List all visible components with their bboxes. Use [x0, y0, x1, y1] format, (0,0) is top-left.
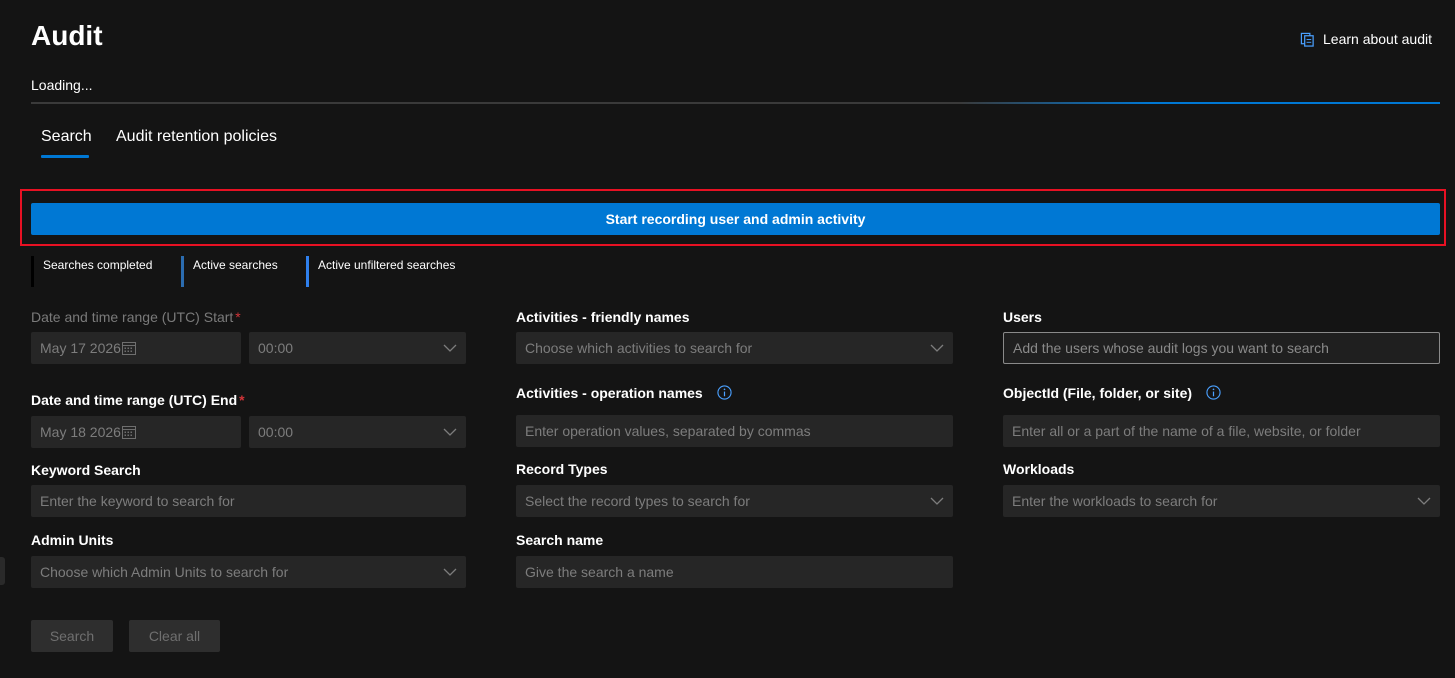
- side-panel-handle[interactable]: [0, 557, 5, 585]
- record-types-placeholder: Select the record types to search for: [525, 493, 750, 509]
- users-input[interactable]: Add the users whose audit logs you want …: [1003, 332, 1440, 364]
- chevron-down-icon: [1417, 497, 1431, 505]
- legend-active-searches: Active searches: [181, 256, 278, 287]
- clear-all-button[interactable]: Clear all: [129, 620, 220, 652]
- tab-search[interactable]: Search: [41, 128, 92, 146]
- admin-units-dropdown[interactable]: Choose which Admin Units to search for: [31, 556, 466, 588]
- object-id-label-text: ObjectId (File, folder, or site): [1003, 385, 1193, 401]
- start-recording-button[interactable]: Start recording user and admin activity: [31, 203, 1440, 235]
- object-id-placeholder: Enter all or a part of the name of a fil…: [1012, 423, 1361, 439]
- legend-label: Active unfiltered searches: [318, 258, 456, 272]
- end-date-label-text: Date and time range (UTC) End: [31, 392, 238, 408]
- legend-active-unfiltered-searches: Active unfiltered searches: [306, 256, 455, 287]
- search-name-placeholder: Give the search a name: [525, 564, 674, 580]
- document-copy-icon: [1300, 32, 1314, 47]
- legend-label: Searches completed: [43, 258, 153, 272]
- end-date-label: Date and time range (UTC) End *: [31, 392, 245, 408]
- keyword-search-label: Keyword Search: [31, 462, 141, 478]
- record-types-label: Record Types: [516, 461, 608, 477]
- chevron-down-icon: [443, 344, 457, 352]
- activities-operation-label: Activities - operation names: [516, 385, 732, 401]
- end-date-value: May 18 2026: [40, 424, 121, 440]
- active-tab-indicator: [41, 155, 89, 158]
- workloads-dropdown[interactable]: Enter the workloads to search for: [1003, 485, 1440, 517]
- chevron-down-icon: [930, 344, 944, 352]
- end-time-value: 00:00: [258, 424, 294, 440]
- page-title: Audit: [31, 20, 103, 51]
- legend-searches-completed: Searches completed: [31, 256, 152, 287]
- info-icon[interactable]: [1206, 385, 1221, 400]
- activities-operation-label-text: Activities - operation names: [516, 385, 703, 401]
- users-placeholder: Add the users whose audit logs you want …: [1013, 340, 1329, 356]
- required-marker: *: [239, 392, 245, 408]
- admin-units-label: Admin Units: [31, 532, 114, 548]
- chevron-down-icon: [443, 428, 457, 436]
- search-button[interactable]: Search: [31, 620, 113, 652]
- start-time-dropdown[interactable]: 00:00: [249, 332, 466, 364]
- progress-indicator: [960, 102, 1440, 104]
- workloads-label: Workloads: [1003, 461, 1075, 477]
- activities-friendly-label: Activities - friendly names: [516, 309, 690, 325]
- learn-link-label: Learn about audit: [1323, 31, 1432, 47]
- calendar-icon[interactable]: [121, 424, 137, 440]
- search-name-input[interactable]: Give the search a name: [516, 556, 953, 588]
- record-types-dropdown[interactable]: Select the record types to search for: [516, 485, 953, 517]
- start-date-label-text: Date and time range (UTC) Start: [31, 309, 234, 325]
- end-time-dropdown[interactable]: 00:00: [249, 416, 466, 448]
- start-time-value: 00:00: [258, 340, 294, 356]
- search-name-label: Search name: [516, 532, 604, 548]
- object-id-label: ObjectId (File, folder, or site): [1003, 385, 1221, 401]
- chevron-down-icon: [930, 497, 944, 505]
- activities-friendly-dropdown[interactable]: Choose which activities to search for: [516, 332, 953, 364]
- calendar-icon[interactable]: [121, 340, 137, 356]
- object-id-input[interactable]: Enter all or a part of the name of a fil…: [1003, 415, 1440, 447]
- activities-operation-input[interactable]: Enter operation values, separated by com…: [516, 415, 953, 447]
- activities-friendly-placeholder: Choose which activities to search for: [525, 340, 753, 356]
- info-icon[interactable]: [716, 385, 732, 400]
- keyword-search-input[interactable]: Enter the keyword to search for: [31, 485, 466, 517]
- activities-operation-placeholder: Enter operation values, separated by com…: [525, 423, 811, 439]
- admin-units-placeholder: Choose which Admin Units to search for: [40, 564, 289, 580]
- start-date-picker[interactable]: May 17 2026: [31, 332, 241, 364]
- users-label: Users: [1003, 309, 1042, 325]
- loading-text: Loading...: [31, 77, 93, 93]
- chevron-down-icon: [443, 568, 457, 576]
- keyword-placeholder: Enter the keyword to search for: [40, 493, 235, 509]
- start-date-value: May 17 2026: [40, 340, 121, 356]
- workloads-placeholder: Enter the workloads to search for: [1012, 493, 1218, 509]
- required-marker: *: [235, 309, 241, 325]
- end-date-picker[interactable]: May 18 2026: [31, 416, 241, 448]
- start-date-label: Date and time range (UTC) Start *: [31, 309, 241, 325]
- legend-label: Active searches: [193, 258, 278, 272]
- learn-about-audit-link[interactable]: Learn about audit: [1300, 31, 1432, 47]
- tab-audit-retention-policies[interactable]: Audit retention policies: [116, 128, 277, 146]
